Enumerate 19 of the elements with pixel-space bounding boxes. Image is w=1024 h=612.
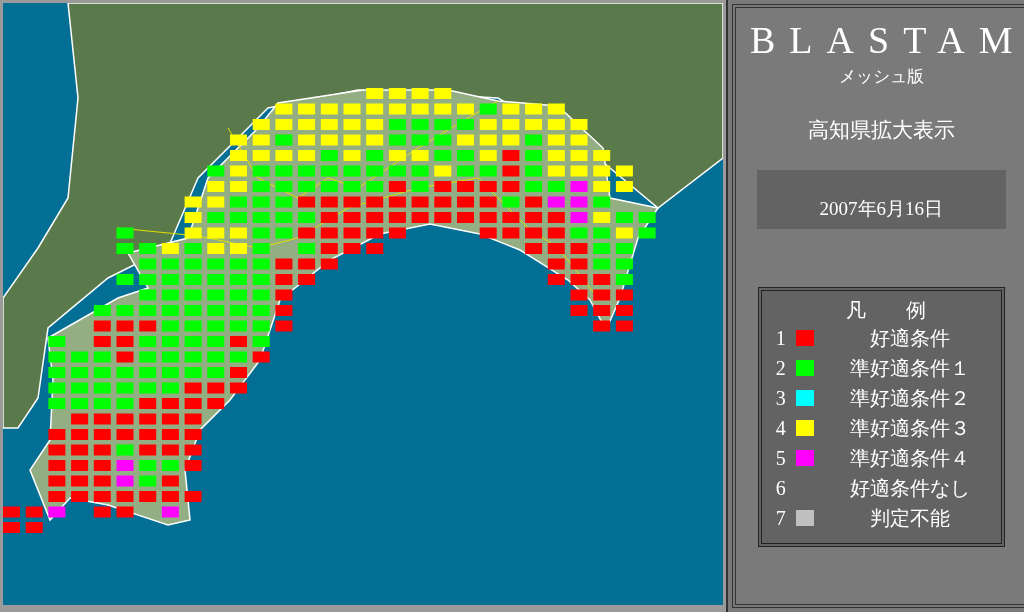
legend-title: 凡 例 (845, 298, 927, 323)
legend-number: 2 (775, 356, 787, 381)
legend-label: 準好適条件１ (849, 356, 972, 381)
app-subtitle: メッシュ版 (838, 66, 924, 88)
legend-number: 4 (775, 416, 787, 441)
legend-number: 6 (775, 476, 787, 501)
legend-number: 7 (775, 506, 787, 531)
legend-number: 5 (775, 446, 787, 471)
legend-label: 好適条件 (869, 326, 952, 351)
app-title: BLASTAM (749, 18, 1024, 62)
legend-label: 好適条件なし (849, 476, 972, 501)
legend-number: 1 (775, 326, 787, 351)
legend-label: 判定不能 (869, 506, 952, 531)
legend-label: 準好適条件３ (849, 416, 972, 441)
legend-number: 3 (775, 386, 787, 411)
legend-label: 準好適条件４ (849, 446, 972, 471)
region-label: 高知県拡大表示 (807, 117, 955, 144)
date-box: 2007年6月16日 (756, 170, 1006, 229)
legend-label: 準好適条件２ (849, 386, 972, 411)
